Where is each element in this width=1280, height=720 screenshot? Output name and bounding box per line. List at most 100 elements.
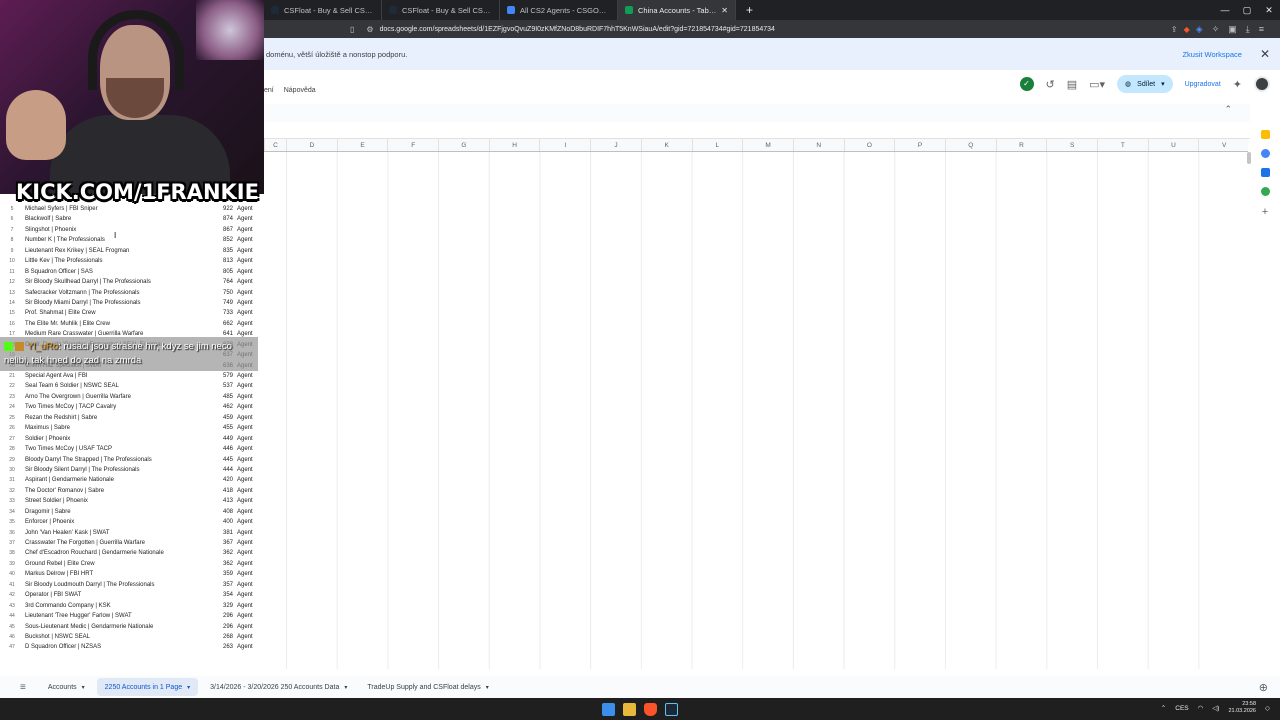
table-row[interactable]: 12 Sir Bloody Skullhead Darryl | The Prof… [0, 277, 264, 287]
sheet-tab[interactable]: 3/14/2026 - 3/20/2026 250 Accounts Data ▾ [202, 678, 355, 696]
avatar[interactable] [1254, 76, 1270, 92]
table-row[interactable]: 42 Operator | FBI SWAT 354 Agent [0, 590, 264, 600]
menu-icon[interactable]: ≡ [1259, 24, 1264, 35]
chevron-down-icon[interactable]: ▾ [486, 684, 489, 691]
menu-item-help[interactable]: Nápověda [284, 87, 316, 94]
history-icon[interactable]: ↺ [1046, 78, 1055, 91]
column-header[interactable]: Q [944, 139, 996, 151]
column-header[interactable]: R [995, 139, 1047, 151]
table-row[interactable]: 11 B Squadron Officer | SAS 805 Agent [0, 267, 264, 277]
table-row[interactable]: 36 John 'Van Healen' Kask | SWAT 381 Agent [0, 528, 264, 538]
windows-start-icon[interactable] [602, 702, 615, 716]
bookmark-icon[interactable]: ▯ [350, 25, 354, 34]
column-header[interactable]: G [438, 139, 489, 151]
meet-icon[interactable]: ▭▾ [1089, 78, 1105, 91]
table-row[interactable]: 38 Chef d'Escadron Rouchard | Gendarmerie… [0, 548, 264, 558]
table-row[interactable]: 32 The Doctor' Romanov | Sabre 418 Agent [0, 486, 264, 496]
add-addon-icon[interactable]: + [1262, 206, 1268, 218]
upgrade-button[interactable]: Upgradovat [1185, 81, 1221, 88]
sidebar-icon[interactable]: ▣ [1228, 24, 1237, 35]
table-row[interactable]: 14 Sir Bloody Miami Darryl | The Professi… [0, 298, 264, 308]
column-header[interactable]: P [894, 139, 945, 151]
table-row[interactable]: 28 Two Times McCoy | USAF TACP 446 Agent [0, 444, 264, 454]
table-row[interactable]: 37 Crasswater The Forgotten | Guerrilla W… [0, 538, 264, 548]
chevron-down-icon[interactable]: ▾ [187, 684, 190, 691]
brave-shield-icon[interactable]: ◆ [1184, 25, 1190, 34]
wifi-icon[interactable]: ◠ [1198, 704, 1204, 712]
table-row[interactable]: 7 Slingshot | Phoenix 867 Agent [0, 225, 264, 235]
sheet-tab[interactable]: 2250 Accounts in 1 Page ▾ [96, 678, 199, 696]
column-header[interactable]: C [264, 139, 286, 151]
table-row[interactable]: 8 Number K | The Professionals 852 Agent [0, 235, 264, 245]
column-header[interactable]: J [590, 139, 641, 151]
table-row[interactable]: 21 Special Agent Ava | FBI 579 Agent [0, 371, 264, 381]
collapse-toolbar-icon[interactable]: ⌃ [1224, 104, 1232, 115]
close-icon[interactable]: ✕ [1260, 47, 1270, 61]
table-row[interactable]: 22 Seal Team 6 Soldier | NSWC SEAL 537 Agen… [0, 381, 264, 391]
table-row[interactable]: 15 Prof. Shahmat | Elite Crew 733 Agent [0, 308, 264, 318]
table-row[interactable]: 10 Little Kev | The Professionals 813 Agent [0, 256, 264, 266]
table-row[interactable]: 34 Dragomir | Sabre 408 Agent [0, 507, 264, 517]
table-row[interactable]: 9 Lieutenant Rex Krikey | SEAL Frogman 835… [0, 246, 264, 256]
table-row[interactable]: 45 Sous-Lieutenant Medic | Gendarmerie Na… [0, 622, 264, 632]
keep-icon[interactable] [1260, 130, 1270, 139]
table-row[interactable]: 26 Maximus | Sabre 455 Agent [0, 423, 264, 433]
table-row[interactable]: 44 Lieutenant 'Tree Hugger' Farlow | SWAT… [0, 611, 264, 621]
table-row[interactable]: 31 Aspirant | Gendarmerie Nationale 420 Age… [0, 475, 264, 485]
column-header[interactable]: F [387, 139, 438, 151]
table-row[interactable]: 6 Blackwolf | Sabre 874 Agent [0, 214, 264, 224]
column-header[interactable]: S [1046, 139, 1097, 151]
new-tab-button[interactable]: + [736, 3, 763, 17]
menu-item-insert[interactable]: ení [264, 87, 274, 94]
wallet-icon[interactable]: ◈ [1196, 24, 1203, 35]
browser-tab[interactable]: China Accounts - Tabulky Google ✕ [618, 0, 736, 20]
table-row[interactable]: 40 Markus Delrow | FBI HRT 359 Agent [0, 569, 264, 579]
column-header[interactable]: K [640, 139, 692, 151]
browser-tab[interactable]: CSFloat - Buy & Sell CS2 Skins on the [264, 0, 382, 20]
table-row[interactable]: 47 D Squadron Officer | NZSAS 263 Agent [0, 642, 264, 652]
table-row[interactable]: 25 Rezan the Redshirt | Sabre 459 Agent [0, 413, 264, 423]
table-row[interactable]: 43 3rd Commando Company | KSK 329 Agent [0, 601, 264, 611]
column-header[interactable]: D [286, 139, 337, 151]
table-row[interactable]: 46 Buckshot | NSWC SEAL 268 Agent [0, 632, 264, 642]
browser-tab[interactable]: All CS2 Agents - CSGOSKINS.GG [500, 0, 618, 20]
column-header[interactable]: N [792, 139, 844, 151]
table-row[interactable]: 39 Ground Rebel | Elite Crew 362 Agent [0, 559, 264, 569]
sheet-tab[interactable]: Accounts ▾ [40, 678, 93, 696]
table-row[interactable]: 29 Bloody Darryl The Strapped | The Profe… [0, 455, 264, 465]
column-header[interactable]: M [742, 139, 793, 151]
chevron-down-icon[interactable]: ▾ [82, 684, 85, 691]
column-header[interactable]: E [336, 139, 388, 151]
table-row[interactable]: 27 Soldier | Phoenix 449 Agent [0, 434, 264, 444]
steam-icon[interactable] [665, 702, 678, 716]
table-row[interactable]: 30 Sir Bloody Silent Darryl | The Profess… [0, 465, 264, 475]
comments-icon[interactable]: ▤ [1067, 78, 1077, 91]
table-row[interactable]: 5 Michael Syfers | FBI Sniper 922 Agent [0, 204, 264, 214]
sync-status-icon[interactable]: ✓ [1019, 77, 1034, 91]
vertical-scrollbar[interactable] [1247, 152, 1251, 164]
table-row[interactable]: 24 Two Times McCoy | TACP Cavalry 462 Agent [0, 402, 264, 412]
sheet-tab[interactable]: TradeUp Supply and CSFloat delays ▾ [359, 678, 496, 696]
table-row[interactable]: 23 Arno The Overgrown | Guerrilla Warfare… [0, 392, 264, 402]
gemini-icon[interactable]: ✦ [1233, 78, 1242, 91]
column-header[interactable]: V [1198, 139, 1249, 151]
maximize-icon[interactable]: ▢ [1236, 5, 1258, 16]
column-header[interactable]: I [539, 139, 590, 151]
chevron-down-icon[interactable]: ▾ [1161, 80, 1165, 88]
column-header[interactable]: O [843, 139, 895, 151]
tray-arrow-icon[interactable]: ⌃ [1161, 704, 1166, 712]
address-bar[interactable]: ⚙ docs.google.com/spreadsheets/d/1EZFjgv… [366, 21, 1189, 37]
notification-icon[interactable]: ◇ [1265, 704, 1270, 712]
site-info-icon[interactable]: ⚙ [366, 25, 373, 34]
maps-icon[interactable] [1260, 187, 1270, 196]
tab-close-icon[interactable]: ✕ [721, 6, 728, 15]
table-row[interactable]: 35 Enforcer | Phoenix 400 Agent [0, 517, 264, 527]
table-row[interactable]: 13 Safecracker Voltzmann | The Profession… [0, 288, 264, 298]
browser-tab[interactable]: CSFloat - Buy & Sell CS2 Skins on the [382, 0, 500, 20]
all-sheets-icon[interactable]: ≡ [20, 682, 26, 693]
brave-browser-icon[interactable] [644, 702, 657, 716]
extensions-icon[interactable]: ✧ [1212, 24, 1220, 35]
minimize-icon[interactable]: — [1214, 5, 1236, 16]
table-row[interactable]: 33 Street Soldier | Phoenix 413 Agent [0, 496, 264, 506]
column-header[interactable]: H [488, 139, 540, 151]
